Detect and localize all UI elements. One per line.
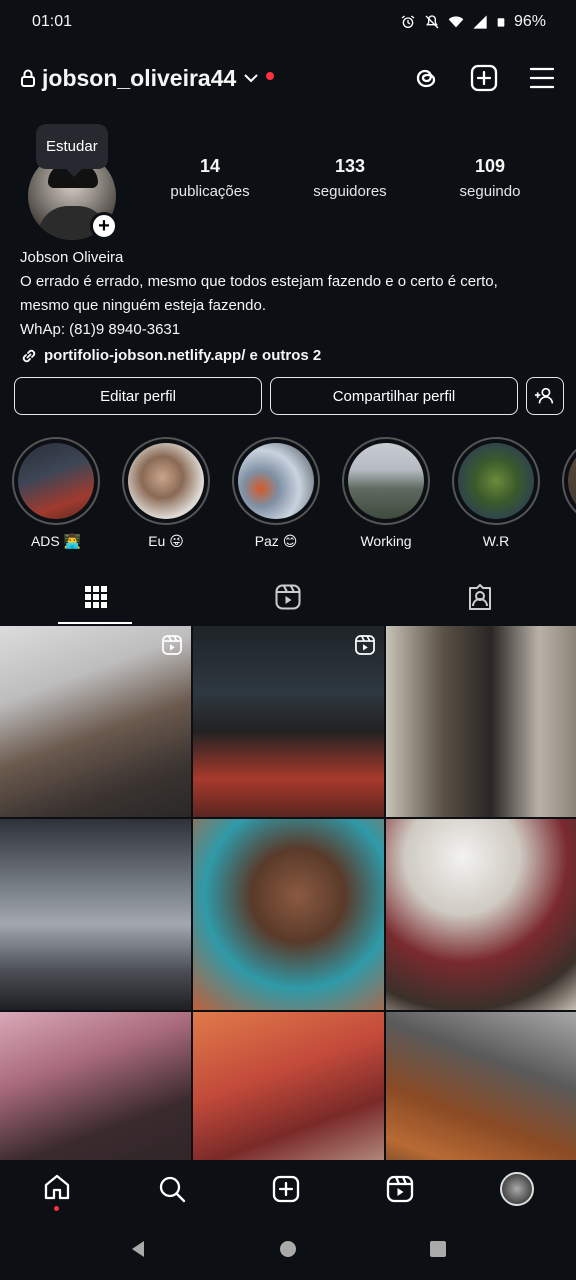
profile-stats: 14 publicações 133 seguidores 109 seguin… [140,156,560,200]
stat-posts-label: publicações [170,183,250,200]
alarm-icon [401,15,415,28]
threads-icon[interactable] [412,64,440,92]
profile-actions: Editar perfil Compartilhar perfil [14,377,564,415]
highlight-thumbnail [128,443,204,519]
profile-tabs [0,570,576,624]
tab-posts[interactable] [0,570,192,624]
highlight-item[interactable]: I [562,437,576,553]
profile-header: jobson_oliveira44 [0,52,576,104]
highlight-label: Eu 😜 [148,533,184,549]
stat-posts[interactable]: 14 publicações [145,156,275,200]
story-highlights: ADS 👨‍💻 Eu 😜 Paz 😊 Working W.R I [12,437,576,553]
post-thumbnail[interactable] [386,626,576,817]
post-thumbnail[interactable] [386,1012,576,1160]
create-post-icon[interactable] [271,1174,301,1204]
post-thumbnail[interactable] [386,819,576,1010]
highlight-thumbnail [18,443,94,519]
highlight-item[interactable]: Paz 😊 [232,437,320,553]
highlight-item[interactable]: Working [342,437,430,553]
post-thumbnail[interactable] [0,626,191,817]
status-time: 01:01 [32,13,73,30]
tab-tagged[interactable] [384,570,576,624]
home-circle-icon[interactable] [278,1239,298,1259]
reels-icon[interactable] [385,1174,415,1204]
signal-icon [473,15,487,29]
highlight-label: I [562,533,576,549]
battery-icon [497,18,505,27]
stat-followers-count: 133 [334,156,366,176]
notification-dot [54,1205,60,1211]
highlight-item[interactable]: Eu 😜 [122,437,210,553]
nav-home[interactable] [42,1172,72,1211]
recents-icon[interactable] [428,1239,448,1259]
chevron-down-icon[interactable] [244,73,259,83]
create-post-icon[interactable] [470,64,498,92]
mute-icon [425,15,439,29]
post-thumbnail[interactable] [0,1012,191,1160]
highlight-label: W.R [482,533,510,549]
tab-reels[interactable] [192,570,384,624]
stat-following-label: seguindo [459,183,521,200]
stat-following[interactable]: 109 seguindo [425,156,555,200]
stat-followers-label: seguidores [313,183,387,200]
highlight-thumbnail [238,443,314,519]
highlight-item[interactable]: ADS 👨‍💻 [12,437,100,553]
profile-avatar-nav[interactable] [499,1172,534,1206]
back-icon[interactable] [128,1239,148,1259]
bio-link[interactable]: portifolio-jobson.netlify.app/ e outros … [20,344,560,368]
reel-badge-icon [162,635,182,655]
profile-bio: Jobson Oliveira O errado é errado, mesmo… [20,246,560,368]
highlight-item[interactable]: W.R [452,437,540,553]
notification-dot [266,72,275,80]
status-icons: 96% [400,13,546,31]
stat-following-count: 109 [474,156,506,176]
link-icon [22,349,36,363]
status-bar: 01:01 96% [0,0,576,44]
edit-profile-button[interactable]: Editar perfil [14,377,262,415]
wifi-icon [448,16,464,28]
lock-icon [21,69,35,87]
reels-icon [275,584,301,610]
highlight-label: ADS 👨‍💻 [30,533,82,549]
bio-contact: WhAp: (81)9 8940-3631 [20,321,181,338]
grid-icon [85,586,107,608]
username[interactable]: jobson_oliveira44 [42,65,236,92]
discover-people-button[interactable] [526,377,564,415]
bio-line: O errado é errado, mesmo que todos estej… [20,273,498,290]
bio-line: mesmo que ninguém esteja fazendo. [20,297,266,314]
note-bubble[interactable]: Estudar [36,124,108,177]
highlight-thumbnail [348,443,424,519]
posts-grid [0,626,576,1160]
add-story-icon[interactable]: + [90,212,118,240]
post-thumbnail[interactable] [193,819,384,1010]
post-thumbnail[interactable] [193,1012,384,1160]
system-navigation [0,1218,576,1280]
post-thumbnail[interactable] [193,626,384,817]
bio-link-text[interactable]: portifolio-jobson.netlify.app/ e outros … [44,344,321,368]
display-name: Jobson Oliveira [20,249,124,266]
stat-followers[interactable]: 133 seguidores [285,156,415,200]
stat-posts-count: 14 [199,156,221,176]
share-profile-button[interactable]: Compartilhar perfil [270,377,518,415]
highlight-label: Working [360,533,412,549]
highlight-label: Paz 😊 [254,533,298,549]
add-person-icon [534,387,554,404]
bottom-navigation [0,1160,576,1218]
reel-badge-icon [355,635,375,655]
home-icon [45,1174,70,1199]
tagged-icon [469,584,491,610]
highlight-thumbnail [568,443,576,519]
highlight-thumbnail [458,443,534,519]
post-thumbnail[interactable] [0,819,191,1010]
search-icon[interactable] [157,1174,187,1204]
battery-level: 96% [513,13,546,30]
menu-icon[interactable] [528,64,556,92]
